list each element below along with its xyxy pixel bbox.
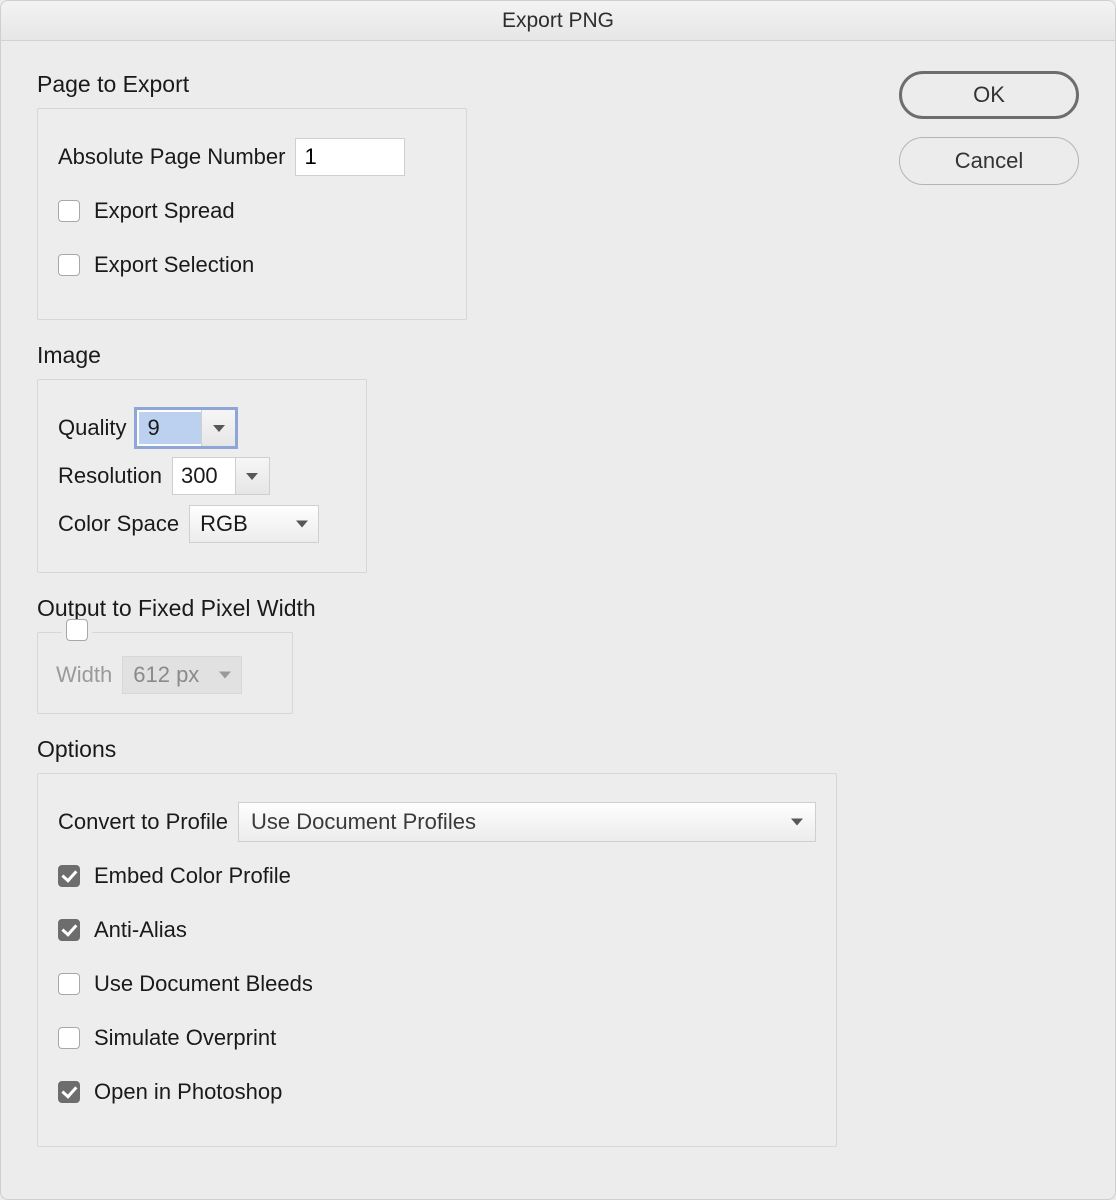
chevron-down-icon [213,425,225,432]
open-in-photoshop-checkbox[interactable] [58,1081,80,1103]
options-panel: Convert to Profile Use Document Profiles… [37,773,837,1147]
fixed-width-heading: Output to Fixed Pixel Width [37,595,857,622]
open-in-photoshop-label: Open in Photoshop [94,1079,282,1105]
dialog-body: OK Cancel Page to Export Absolute Page N… [1,41,1115,1199]
dialog-title: Export PNG [502,9,614,33]
cancel-button-label: Cancel [955,148,1023,174]
cancel-button[interactable]: Cancel [899,137,1079,185]
dialog-buttons: OK Cancel [899,71,1079,185]
quality-combo[interactable]: 9 [136,409,236,447]
color-space-select[interactable]: RGB [189,505,319,543]
anti-alias-label: Anti-Alias [94,917,187,943]
convert-profile-label: Convert to Profile [58,809,228,835]
fixed-width-enable-checkbox[interactable] [66,619,88,641]
color-space-value: RGB [200,511,248,537]
quality-value: 9 [139,412,201,444]
image-heading: Image [37,342,857,369]
convert-profile-select[interactable]: Use Document Profiles [238,802,816,842]
fixed-width-label: Width [56,662,112,688]
dialog-titlebar: Export PNG [1,1,1115,41]
absolute-page-input[interactable] [295,138,405,176]
use-document-bleeds-checkbox[interactable] [58,973,80,995]
export-spread-checkbox[interactable] [58,200,80,222]
fixed-width-value: 612 px [133,662,199,688]
color-space-label: Color Space [58,511,179,537]
simulate-overprint-label: Simulate Overprint [94,1025,276,1051]
chevron-down-icon [246,473,258,480]
ok-button-label: OK [973,82,1005,108]
use-document-bleeds-label: Use Document Bleeds [94,971,313,997]
simulate-overprint-checkbox[interactable] [58,1027,80,1049]
chevron-down-icon [791,819,803,826]
image-panel: Quality 9 Resolution 300 [37,379,367,573]
export-spread-label: Export Spread [94,198,235,224]
embed-color-profile-checkbox[interactable] [58,865,80,887]
ok-button[interactable]: OK [899,71,1079,119]
fixed-width-panel: Width 612 px [37,632,293,714]
resolution-combo[interactable]: 300 [172,457,270,495]
export-selection-label: Export Selection [94,252,254,278]
resolution-label: Resolution [58,463,162,489]
page-to-export-heading: Page to Export [37,71,857,98]
page-to-export-panel: Absolute Page Number Export Spread Expor… [37,108,467,320]
resolution-value: 300 [173,458,235,494]
anti-alias-checkbox[interactable] [58,919,80,941]
options-heading: Options [37,736,857,763]
export-selection-checkbox[interactable] [58,254,80,276]
resolution-dropdown-button[interactable] [235,458,269,494]
dialog-content: Page to Export Absolute Page Number Expo… [37,71,857,1147]
chevron-down-icon [296,521,308,528]
quality-label: Quality [58,415,126,441]
quality-dropdown-button[interactable] [201,410,235,446]
convert-profile-value: Use Document Profiles [251,809,476,835]
absolute-page-label: Absolute Page Number [58,144,285,170]
fixed-width-select: 612 px [122,656,242,694]
chevron-down-icon [219,672,231,679]
export-png-dialog: Export PNG OK Cancel Page to Export Abso… [0,0,1116,1200]
embed-color-profile-label: Embed Color Profile [94,863,291,889]
